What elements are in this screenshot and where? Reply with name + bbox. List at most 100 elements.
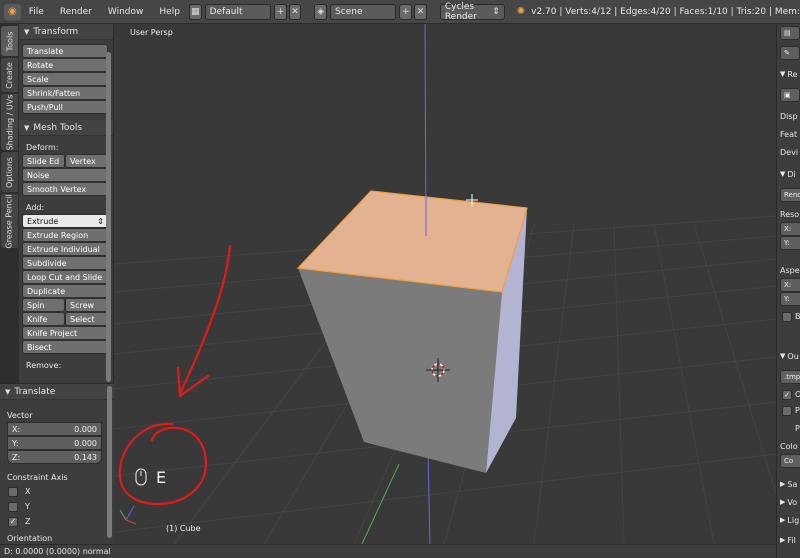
editor-type-icon[interactable]: ◉ xyxy=(4,3,21,20)
tab-grease-pencil[interactable]: Grease Pencil xyxy=(1,194,18,248)
screw-button[interactable]: Screw xyxy=(65,298,108,312)
constraint-axis-label: Constraint Axis xyxy=(7,472,68,482)
pin-icon[interactable]: ✎ xyxy=(780,46,800,60)
color-label: Colo xyxy=(780,441,798,451)
dropdown-arrows-icon: ⇕ xyxy=(97,216,104,226)
dimensions-panel-header[interactable]: ▼ Di xyxy=(777,166,800,182)
checkbox-icon xyxy=(8,501,18,512)
placeholders-label: P xyxy=(795,405,800,415)
mesh-tools-panel-header[interactable]: ▼ Mesh Tools xyxy=(19,120,113,136)
volume-panel-header[interactable]: ▶ Vo xyxy=(777,494,800,510)
add-label: Add: xyxy=(26,202,45,212)
menu-help[interactable]: Help xyxy=(151,7,188,17)
screen-layout-icon[interactable]: ▦ xyxy=(188,3,202,20)
remove-layout-icon[interactable]: ✕ xyxy=(288,3,302,20)
film-panel-header[interactable]: ▶ Fil xyxy=(777,532,800,548)
y-axis-line xyxy=(361,463,400,544)
remove-label: Remove: xyxy=(26,360,62,370)
checkbox-icon xyxy=(8,486,18,497)
tab-shading-uvs[interactable]: Shading / UVs xyxy=(1,94,18,150)
render-icon[interactable]: ▣ xyxy=(780,88,800,102)
resolution-y-field[interactable]: Y: xyxy=(780,236,800,250)
tab-tools[interactable]: Tools xyxy=(1,26,18,56)
constraint-z-checkbox[interactable]: ✓ Z xyxy=(0,514,114,529)
transform-panel-title: Transform xyxy=(33,26,79,37)
push-pull-button[interactable]: Push/Pull xyxy=(22,100,108,114)
scale-button[interactable]: Scale xyxy=(22,72,108,86)
operator-panel-scrollbar[interactable] xyxy=(107,386,112,538)
extrude-region-button[interactable]: Extrude Region xyxy=(22,228,108,242)
translate-button[interactable]: Translate xyxy=(22,44,108,58)
remove-scene-icon[interactable]: ✕ xyxy=(414,3,427,20)
tab-options[interactable]: Options xyxy=(1,152,18,192)
add-scene-icon[interactable]: + xyxy=(399,3,413,20)
z-axis-line-lower xyxy=(427,453,431,544)
constraint-x-label: X xyxy=(25,487,31,496)
add-layout-icon[interactable]: + xyxy=(274,3,287,20)
aspect-x-field[interactable]: X: xyxy=(780,278,800,292)
menu-window[interactable]: Window xyxy=(100,7,152,17)
bisect-button[interactable]: Bisect xyxy=(22,340,108,354)
vertex-button[interactable]: Vertex xyxy=(65,154,108,168)
color-mode-button[interactable]: Co xyxy=(780,454,800,468)
shrink-fatten-button[interactable]: Shrink/Fatten xyxy=(22,86,108,100)
tool-shelf-scrollbar[interactable] xyxy=(106,52,111,382)
output-path-field[interactable]: .tmp xyxy=(780,370,800,384)
rotate-button[interactable]: Rotate xyxy=(22,58,108,72)
knife-project-button[interactable]: Knife Project xyxy=(22,326,108,340)
3d-viewport[interactable]: User Persp E (1) Cube xyxy=(114,24,776,544)
menu-render[interactable]: Render xyxy=(52,7,100,17)
render-presets-button[interactable]: Rend xyxy=(780,188,800,202)
duplicate-button[interactable]: Duplicate xyxy=(22,284,108,298)
extrude-label: Extrude xyxy=(27,216,59,226)
feature-label: Feat xyxy=(780,129,798,139)
extrude-individual-button[interactable]: Extrude Individual xyxy=(22,242,108,256)
blender-logo-icon: ✺ xyxy=(516,6,526,17)
vector-x-field[interactable]: X: 0.000 xyxy=(7,422,102,436)
vector-y-value: 0.000 xyxy=(74,438,97,448)
vector-x-value: 0.000 xyxy=(74,424,97,434)
dropdown-arrows-icon: ⇕ xyxy=(492,6,500,17)
select-button[interactable]: Select xyxy=(65,312,108,326)
file-format-label: P xyxy=(795,423,800,433)
annotation-circle xyxy=(118,422,208,506)
extrude-select[interactable]: Extrude ⇕ xyxy=(22,214,108,228)
scene-field[interactable]: Scene xyxy=(330,3,397,20)
knife-button[interactable]: Knife xyxy=(22,312,65,326)
constraint-y-label: Y xyxy=(25,502,30,511)
transform-panel-header[interactable]: ▼ Transform xyxy=(19,24,113,40)
screen-layout-field[interactable]: Default xyxy=(204,3,272,20)
spin-button[interactable]: Spin xyxy=(22,298,65,312)
constraint-x-checkbox[interactable]: X xyxy=(0,484,114,499)
operator-panel: ▼ Translate Vector X: 0.000 Y: 0.000 Z: … xyxy=(0,383,114,544)
deform-label: Deform: xyxy=(26,142,59,152)
vector-y-field[interactable]: Y: 0.000 xyxy=(7,436,102,450)
tab-create[interactable]: Create xyxy=(1,58,18,92)
smooth-vertex-button[interactable]: Smooth Vertex xyxy=(22,182,108,196)
noise-button[interactable]: Noise xyxy=(22,168,108,182)
aspect-label: Aspe xyxy=(780,265,800,275)
sampling-panel-header[interactable]: ▶ Sa xyxy=(777,476,800,492)
loop-cut-button[interactable]: Loop Cut and Slide xyxy=(22,270,108,284)
slide-edge-button[interactable]: Slide Ed xyxy=(22,154,65,168)
constraint-z-label: Z xyxy=(25,517,31,526)
aspect-y-field[interactable]: Y: xyxy=(780,292,800,306)
menu-file[interactable]: File xyxy=(21,7,52,17)
translate-panel-title: Translate xyxy=(14,386,56,397)
vector-x-label: X: xyxy=(12,424,21,434)
output-panel-header[interactable]: ▼ Ou xyxy=(777,348,800,364)
scene-icon[interactable]: ◈ xyxy=(314,3,328,20)
constraint-y-checkbox[interactable]: Y xyxy=(0,499,114,514)
properties-editor-icon[interactable]: ▤ xyxy=(780,26,800,40)
render-panel-header[interactable]: ▼ Re xyxy=(777,66,800,82)
translate-panel-header[interactable]: ▼ Translate xyxy=(0,384,114,400)
resolution-x-field[interactable]: X: xyxy=(780,222,800,236)
light-paths-panel-header[interactable]: ▶ Lig xyxy=(777,512,800,528)
render-engine-select[interactable]: Cycles Render ⇕ xyxy=(439,2,505,22)
overwrite-label: O xyxy=(777,386,800,402)
vector-z-value: 0.143 xyxy=(74,452,97,462)
mouse-icon xyxy=(135,468,147,486)
vector-z-field[interactable]: Z: 0.143 xyxy=(7,450,102,464)
view-label: User Persp xyxy=(130,28,173,37)
subdivide-button[interactable]: Subdivide xyxy=(22,256,108,270)
